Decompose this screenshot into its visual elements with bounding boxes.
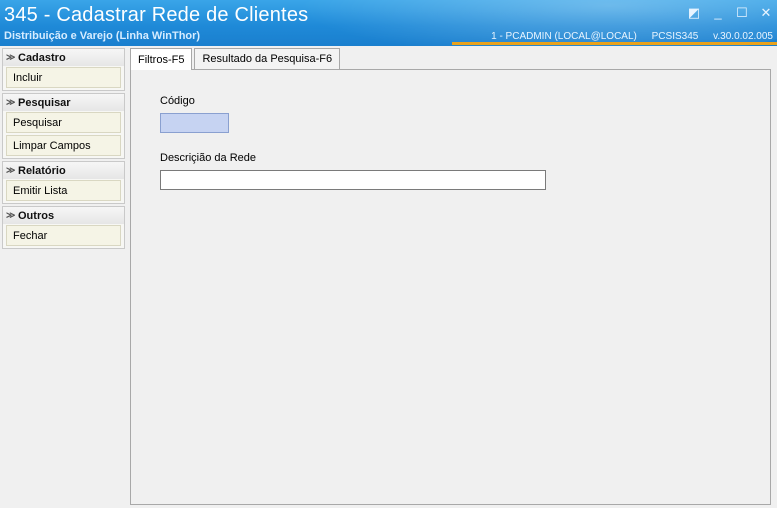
minimize-icon[interactable]: _ xyxy=(711,6,725,20)
tab-filtros[interactable]: Filtros-F5 xyxy=(130,48,193,70)
session-user: 1 - PCADMIN (LOCAL@LOCAL) xyxy=(491,31,637,42)
sidebar-item-fechar[interactable]: Fechar xyxy=(6,225,121,246)
session-info: 1 - PCADMIN (LOCAL@LOCAL) PCSIS345 v.30.… xyxy=(479,31,773,42)
window-controls: ◩ _ ☐ ✕ xyxy=(687,6,773,20)
tab-bar: Filtros-F5 Resultado da Pesquisa-F6 xyxy=(130,48,342,70)
maximize-icon[interactable]: ☐ xyxy=(735,6,749,20)
sidebar-group-header[interactable]: ≫ Cadastro xyxy=(3,49,124,66)
codigo-input[interactable] xyxy=(160,113,229,133)
group-header-label: Pesquisar xyxy=(18,96,71,109)
sidebar-group-cadastro: ≫ Cadastro Incluir xyxy=(2,48,125,91)
sidebar-group-header[interactable]: ≫ Relatório xyxy=(3,162,124,179)
chevron-down-icon: ≫ xyxy=(6,52,16,62)
version-label: v.30.0.02.005 xyxy=(713,31,773,42)
sidebar: ≫ Cadastro Incluir ≫ Pesquisar Pesquisar… xyxy=(2,48,125,251)
descricao-label: Descriçião da Rede xyxy=(160,152,256,164)
group-header-label: Outros xyxy=(18,209,55,222)
sidebar-group-pesquisar: ≫ Pesquisar Pesquisar Limpar Campos xyxy=(2,93,125,159)
restore-icon[interactable]: ◩ xyxy=(687,6,701,20)
group-header-label: Relatório xyxy=(18,164,66,177)
chevron-down-icon: ≫ xyxy=(6,210,16,220)
sidebar-item-emitir-lista[interactable]: Emitir Lista xyxy=(6,180,121,201)
tab-resultado-pesquisa[interactable]: Resultado da Pesquisa-F6 xyxy=(194,48,341,69)
accent-line xyxy=(452,42,777,45)
chevron-down-icon: ≫ xyxy=(6,97,16,107)
sidebar-group-header[interactable]: ≫ Pesquisar xyxy=(3,94,124,111)
window-subtitle: Distribuição e Varejo (Linha WinThor) xyxy=(4,30,201,42)
filters-panel: Código Descriçião da Rede xyxy=(130,69,771,505)
sidebar-group-relatorio: ≫ Relatório Emitir Lista xyxy=(2,161,125,204)
sidebar-item-incluir[interactable]: Incluir xyxy=(6,67,121,88)
chevron-down-icon: ≫ xyxy=(6,165,16,175)
module-code: PCSIS345 xyxy=(651,31,699,42)
main-area: Filtros-F5 Resultado da Pesquisa-F6 Códi… xyxy=(130,48,771,505)
codigo-label: Código xyxy=(160,95,195,107)
sidebar-item-pesquisar[interactable]: Pesquisar xyxy=(6,112,121,133)
group-header-label: Cadastro xyxy=(18,51,66,64)
sidebar-item-limpar-campos[interactable]: Limpar Campos xyxy=(6,135,121,156)
window-title: 345 - Cadastrar Rede de Clientes xyxy=(4,4,309,26)
title-bar: 345 - Cadastrar Rede de Clientes Distrib… xyxy=(0,0,777,46)
descricao-input[interactable] xyxy=(160,170,546,190)
close-icon[interactable]: ✕ xyxy=(759,6,773,20)
sidebar-group-outros: ≫ Outros Fechar xyxy=(2,206,125,249)
sidebar-group-header[interactable]: ≫ Outros xyxy=(3,207,124,224)
